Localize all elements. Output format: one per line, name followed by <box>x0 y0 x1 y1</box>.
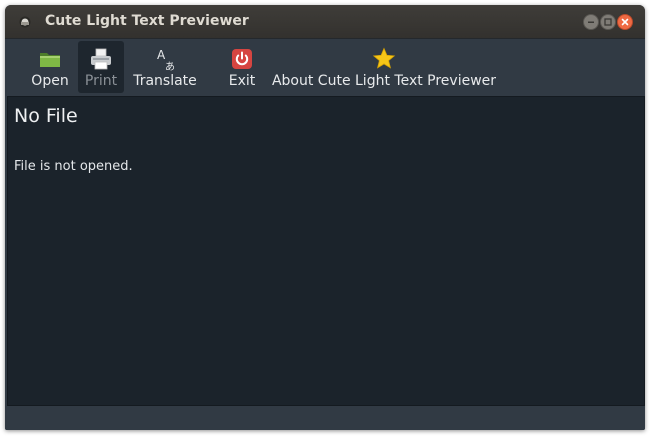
translate-button[interactable]: A あ Translate <box>131 41 199 93</box>
translate-icon: A あ <box>153 47 177 73</box>
preview-area[interactable]: No File File is not opened. <box>7 96 645 406</box>
maximize-button[interactable] <box>600 14 616 30</box>
close-button[interactable] <box>617 14 633 30</box>
document-title: No File <box>14 105 78 127</box>
translate-label: Translate <box>133 73 197 89</box>
exit-label: Exit <box>228 73 256 89</box>
toolbar: Open Print A あ Translate Exit About Cute… <box>5 39 645 95</box>
window-title: Cute Light Text Previewer <box>45 13 249 29</box>
print-label: Print <box>84 73 118 89</box>
about-button[interactable]: About Cute Light Text Previewer <box>271 41 497 93</box>
title-bar[interactable]: Cute Light Text Previewer <box>5 5 645 39</box>
app-icon <box>19 16 31 28</box>
document-body: File is not opened. <box>14 159 133 174</box>
folder-icon <box>40 53 60 67</box>
power-icon <box>232 49 252 69</box>
star-icon <box>372 47 396 69</box>
minimize-button[interactable] <box>583 14 599 30</box>
translate-glyph-latin: A <box>157 48 166 62</box>
translate-glyph-kana: あ <box>165 62 175 73</box>
open-label: Open <box>31 73 69 89</box>
about-label: About Cute Light Text Previewer <box>271 73 497 89</box>
close-icon <box>621 18 629 26</box>
exit-button[interactable]: Exit <box>224 41 260 93</box>
status-bar <box>5 406 645 430</box>
printer-icon <box>91 48 111 70</box>
print-button[interactable]: Print <box>78 41 124 93</box>
maximize-icon <box>604 18 612 26</box>
open-button[interactable]: Open <box>29 41 71 93</box>
app-window: Cute Light Text Previewer Open Print A あ… <box>5 5 645 430</box>
minimize-icon <box>588 21 594 23</box>
